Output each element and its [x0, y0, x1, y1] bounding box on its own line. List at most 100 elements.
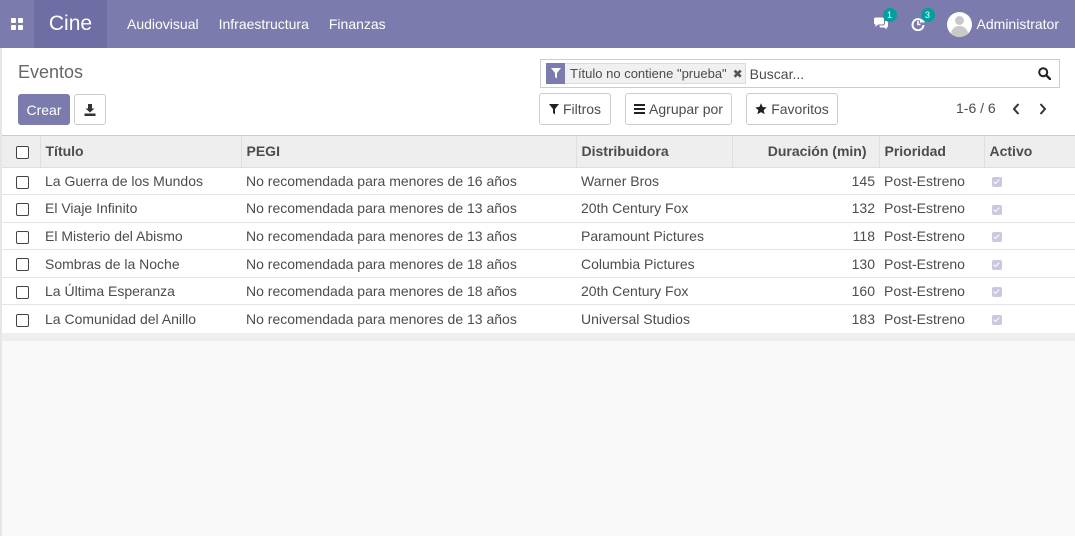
table-row[interactable]: La Guerra de los Mundos No recomendada p…	[2, 167, 1075, 195]
row-checkbox[interactable]	[16, 203, 29, 217]
star-icon	[755, 103, 767, 115]
cell-prioridad[interactable]: Post-Estreno	[879, 277, 984, 305]
column-header-duracion[interactable]: Duración (min)	[731, 136, 879, 168]
cell-pegi[interactable]: No recomendada para menores de 16 años	[241, 167, 576, 195]
select-all-checkbox[interactable]	[16, 146, 29, 160]
pager-next-button[interactable]	[1034, 99, 1052, 119]
menu-item-finanzas[interactable]: Finanzas	[319, 0, 396, 48]
cell-prioridad[interactable]: Post-Estreno	[879, 222, 984, 250]
cell-activo	[984, 277, 1075, 305]
table-header-row: Título PEGI Distribuidora Duración (min)…	[2, 136, 1075, 168]
active-checkbox	[992, 204, 1002, 215]
table-row[interactable]: La Última Esperanza No recomendada para …	[2, 277, 1075, 305]
cell-duracion[interactable]: 145	[732, 167, 879, 195]
filter-funnel-icon	[546, 63, 565, 84]
table-row[interactable]: Sombras de la Noche No recomendada para …	[2, 249, 1075, 278]
apps-menu-button[interactable]	[0, 0, 34, 48]
facet-remove-icon[interactable]: ✖	[731, 67, 745, 81]
column-header-prioridad[interactable]: Prioridad	[878, 136, 984, 168]
cell-titulo[interactable]: La Comunidad del Anillo	[40, 305, 241, 333]
cell-duracion[interactable]: 132	[732, 195, 879, 223]
table-row[interactable]: El Viaje Infinito No recomendada para me…	[2, 194, 1075, 223]
apps-grid-icon	[10, 17, 24, 31]
activities-button[interactable]: 3	[911, 8, 935, 31]
cell-distribuidora[interactable]: Universal Studios	[576, 305, 732, 333]
table-row[interactable]: La Comunidad del Anillo No recomendada p…	[2, 304, 1075, 333]
active-checkbox	[992, 315, 1002, 326]
cell-pegi[interactable]: No recomendada para menores de 13 años	[241, 305, 576, 333]
cell-prioridad[interactable]: Post-Estreno	[879, 305, 984, 333]
cell-activo	[984, 250, 1075, 278]
cell-distribuidora[interactable]: Warner Bros	[576, 167, 732, 195]
row-select-cell	[2, 250, 40, 278]
cell-duracion[interactable]: 130	[732, 250, 879, 278]
cell-titulo[interactable]: Sombras de la Noche	[40, 250, 241, 278]
row-select-cell	[2, 195, 40, 223]
cell-titulo[interactable]: La Última Esperanza	[40, 277, 241, 305]
menu-item-audiovisual[interactable]: Audiovisual	[117, 0, 209, 48]
pager-value[interactable]: 1-6 / 6	[956, 100, 996, 116]
cell-distribuidora[interactable]: Paramount Pictures	[576, 222, 732, 250]
column-header-titulo[interactable]: Título	[39, 136, 241, 168]
cell-duracion[interactable]: 118	[732, 222, 879, 250]
cell-distribuidora[interactable]: 20th Century Fox	[576, 195, 732, 223]
active-checkbox	[992, 177, 1002, 188]
top-navbar: Cine Audiovisual Infraestructura Finanza…	[0, 0, 1075, 48]
cell-activo	[984, 167, 1075, 195]
column-header-distribuidora[interactable]: Distribuidora	[575, 136, 732, 168]
cell-duracion[interactable]: 160	[732, 277, 879, 305]
chevron-left-icon	[1012, 103, 1020, 115]
search-facet: Título no contiene "prueba" ✖	[546, 63, 746, 84]
favorites-button[interactable]: Favoritos	[746, 93, 838, 125]
cell-pegi[interactable]: No recomendada para menores de 18 años	[241, 277, 576, 305]
messages-button[interactable]: 1	[873, 8, 897, 31]
cell-distribuidora[interactable]: 20th Century Fox	[576, 277, 732, 305]
cell-titulo[interactable]: El Viaje Infinito	[40, 195, 241, 223]
app-brand[interactable]: Cine	[34, 0, 107, 48]
cell-prioridad[interactable]: Post-Estreno	[879, 167, 984, 195]
column-header-activo[interactable]: Activo	[983, 136, 1075, 168]
create-button[interactable]: Crear	[18, 94, 70, 125]
systray: 1 3 Administrator	[873, 0, 1075, 48]
row-checkbox[interactable]	[16, 313, 29, 327]
user-name: Administrator	[976, 16, 1059, 32]
cell-pegi[interactable]: No recomendada para menores de 13 años	[241, 222, 576, 250]
cell-prioridad[interactable]: Post-Estreno	[879, 195, 984, 223]
list-bars-icon	[634, 104, 646, 114]
activities-count-badge: 3	[920, 8, 935, 22]
row-checkbox[interactable]	[16, 230, 29, 244]
cell-distribuidora[interactable]: Columbia Pictures	[576, 250, 732, 278]
row-checkbox[interactable]	[16, 285, 29, 299]
active-checkbox	[992, 259, 1002, 270]
user-menu[interactable]: Administrator	[946, 11, 1059, 37]
column-header-pegi[interactable]: PEGI	[240, 136, 576, 168]
group-by-button[interactable]: Agrupar por	[625, 93, 732, 125]
menu-item-infraestructura[interactable]: Infraestructura	[209, 0, 319, 48]
export-download-button[interactable]	[74, 94, 106, 125]
filters-label: Filtros	[562, 101, 602, 117]
download-icon	[84, 103, 96, 116]
cell-titulo[interactable]: El Misterio del Abismo	[40, 222, 241, 250]
pager-previous-button[interactable]	[1007, 99, 1025, 119]
cell-pegi[interactable]: No recomendada para menores de 18 años	[241, 250, 576, 278]
cell-duracion[interactable]: 183	[732, 305, 879, 333]
magnifier-icon	[1037, 67, 1051, 80]
cell-titulo[interactable]: La Guerra de los Mundos	[40, 167, 241, 195]
row-checkbox[interactable]	[16, 258, 29, 272]
table-row[interactable]: El Misterio del Abismo No recomendada pa…	[2, 222, 1075, 250]
main-menu: Audiovisual Infraestructura Finanzas	[117, 0, 396, 48]
row-select-cell	[2, 222, 40, 250]
filters-button[interactable]: Filtros	[539, 93, 611, 125]
row-select-cell	[2, 277, 40, 305]
list-view: Título PEGI Distribuidora Duración (min)…	[2, 136, 1075, 341]
cell-activo	[984, 305, 1075, 333]
events-table: Título PEGI Distribuidora Duración (min)…	[2, 136, 1075, 333]
filter-funnel-icon	[548, 103, 559, 115]
search-button[interactable]	[1033, 62, 1055, 86]
avatar	[946, 11, 972, 37]
table-footer	[2, 332, 1075, 341]
cell-pegi[interactable]: No recomendada para menores de 13 años	[241, 195, 576, 223]
search-input[interactable]	[749, 61, 1033, 86]
cell-prioridad[interactable]: Post-Estreno	[879, 250, 984, 278]
row-checkbox[interactable]	[16, 175, 29, 189]
